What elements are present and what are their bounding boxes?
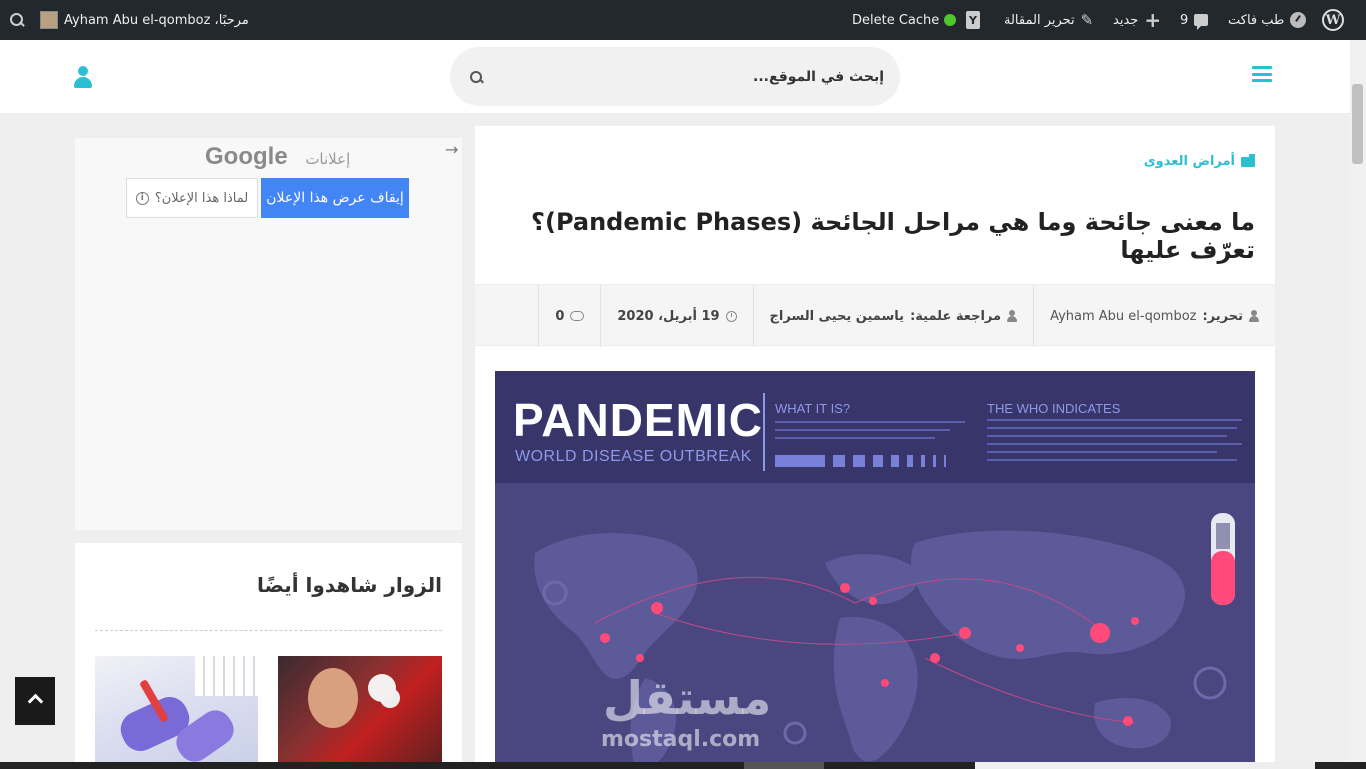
user-account-menu[interactable]: مرحبًا، Ayham Abu el-qomboz (40, 0, 249, 40)
comments-count: 9 (1180, 12, 1189, 28)
featured-image: PANDEMIC WORLD DISEASE OUTBREAK WHAT IT … (495, 371, 1255, 769)
why-this-ad-label: لماذا هذا الإعلان؟ (154, 190, 249, 206)
divider (95, 630, 442, 631)
admin-search-button[interactable] (10, 0, 24, 40)
site-name-label: طب فاكت (1228, 12, 1285, 28)
author-link[interactable]: Ayham Abu el-qomboz (1050, 309, 1196, 324)
site-name-link[interactable]: طب فاكت (1228, 0, 1307, 40)
arrow-back-icon[interactable]: → (445, 140, 458, 159)
infographic-title: PANDEMIC (513, 394, 763, 446)
edit-post-link[interactable]: تحرير المقالة ✎ (1004, 0, 1093, 40)
dashboard-icon (1290, 12, 1307, 28)
new-content-button[interactable]: جديد + (1113, 0, 1161, 40)
user-icon (1249, 310, 1259, 322)
site-search (450, 47, 900, 106)
bottom-bar-segment (744, 762, 824, 769)
search-icon (10, 13, 24, 27)
delete-cache-label: Delete Cache (852, 12, 940, 28)
text-line (987, 419, 1242, 421)
wordpress-logo-button[interactable]: W (1322, 0, 1344, 40)
infographic-subtitle: WORLD DISEASE OUTBREAK (515, 448, 752, 465)
edit-label: تحرير المقالة (1004, 12, 1075, 28)
scrollbar-thumb[interactable] (1352, 84, 1363, 164)
user-login-icon[interactable] (74, 66, 92, 88)
text-line (987, 451, 1217, 453)
article: أمراض العدوى ما معنى جائحة وما هي مراحل … (475, 126, 1275, 769)
site-header (0, 40, 1350, 113)
text-line (987, 443, 1242, 445)
ads-label: إعلانات (305, 150, 351, 168)
delete-cache-button[interactable]: Delete Cache (852, 0, 939, 40)
text-line (987, 427, 1237, 429)
status-dot-icon (944, 14, 956, 26)
reviewer-name: ياسمين يحيى السراج (769, 308, 905, 324)
comment-bubble-icon (1194, 14, 1209, 30)
info-icon: i (135, 191, 149, 205)
meta-author: تحرير: Ayham Abu el-qomboz (1033, 285, 1275, 347)
watermark-url: mostaql.com (601, 727, 761, 752)
admin-bar: W طب فاكت 9 جديد + تحرير المقالة ✎ Y Del… (0, 0, 1366, 40)
seo-score-indicator (944, 0, 956, 40)
folder-icon (1241, 153, 1255, 167)
google-brand: Google (205, 143, 288, 170)
user-avatar (40, 11, 58, 29)
infographic-who-heading: THE WHO INDICATES (987, 401, 1121, 416)
related-post-thumbnail[interactable] (95, 656, 258, 769)
bottom-bar-segment (975, 762, 1315, 769)
widget-title: الزوار شاهدوا أيضًا (257, 573, 442, 597)
meta-date: 19 أبريل، 2020 (600, 285, 752, 347)
text-line (775, 429, 950, 431)
yoast-seo-button[interactable]: Y (966, 0, 980, 40)
related-posts-widget: الزوار شاهدوا أيضًا (75, 543, 462, 769)
clock-icon (725, 310, 737, 322)
stop-ad-button[interactable]: إيقاف عرض هذا الإعلان (261, 178, 409, 218)
meta-comments[interactable]: 0 (538, 285, 600, 347)
infographic-what-heading: WHAT IT IS? (775, 401, 851, 416)
text-line (987, 435, 1227, 437)
reviewer-label: مراجعة علمية: (910, 308, 1002, 324)
text-line (775, 421, 965, 423)
new-label: جديد (1113, 12, 1139, 28)
menu-toggle-icon[interactable] (1252, 66, 1272, 82)
category-label: أمراض العدوى (1143, 154, 1235, 169)
infographic-progress-bars (775, 455, 946, 467)
search-input[interactable] (504, 47, 884, 106)
yoast-icon: Y (966, 11, 980, 29)
text-line (775, 437, 935, 439)
comments-count: 0 (555, 308, 565, 324)
search-icon[interactable] (470, 71, 483, 84)
infographic-divider (763, 393, 765, 471)
infographic-header: PANDEMIC WORLD DISEASE OUTBREAK WHAT IT … (495, 371, 1255, 483)
related-post-thumbnail[interactable] (278, 656, 442, 769)
meta-reviewer: مراجعة علمية: ياسمين يحيى السراج (752, 285, 1034, 347)
why-this-ad-button[interactable]: لماذا هذا الإعلان؟ i (126, 178, 258, 218)
category-link[interactable]: أمراض العدوى (1143, 153, 1255, 169)
author-label: تحرير: (1202, 308, 1243, 324)
plus-icon: + (1144, 8, 1162, 32)
post-date: 19 أبريل، 2020 (617, 308, 720, 324)
comments-link[interactable]: 9 (1180, 0, 1209, 40)
wordpress-icon: W (1322, 9, 1344, 31)
user-icon (1007, 310, 1018, 322)
watermark-logo: مستقل (603, 671, 772, 725)
google-ad-widget: Google إعلانات → إيقاف عرض هذا الإعلان ل… (75, 138, 462, 530)
ad-header: Google إعلانات (205, 142, 350, 171)
comments-icon (570, 311, 585, 321)
greeting-label: مرحبًا، Ayham Abu el-qomboz (64, 12, 249, 28)
text-line (987, 459, 1237, 461)
post-title: ما معنى جائحة وما هي مراحل الجائحة (Pand… (531, 208, 1255, 264)
pencil-icon: ✎ (1080, 11, 1094, 29)
scroll-to-top-button[interactable] (15, 677, 55, 725)
post-meta: تحرير: Ayham Abu el-qomboz مراجعة علمية:… (475, 284, 1275, 347)
chevron-up-icon (27, 693, 43, 709)
